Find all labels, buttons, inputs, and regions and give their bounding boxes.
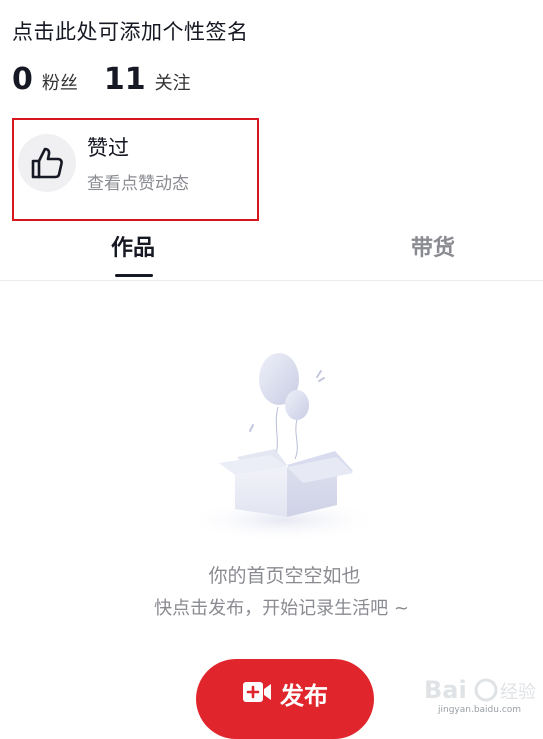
liked-title: 赞过 — [87, 136, 129, 160]
tab-goods[interactable]: 带货 — [411, 230, 455, 262]
following-label: 关注 — [154, 73, 191, 94]
publish-button[interactable]: 发布 — [196, 659, 374, 739]
tab-works[interactable]: 作品 — [111, 230, 155, 262]
followers-label: 粉丝 — [41, 73, 78, 94]
svg-text:经验: 经验 — [500, 682, 536, 703]
empty-state-title: 你的首页空空如也 — [208, 565, 361, 587]
following-stat[interactable]: 11 关注 — [104, 62, 191, 97]
svg-text:Bai: Bai — [424, 676, 467, 704]
profile-stats: 0 粉丝 11 关注 — [12, 62, 217, 102]
followers-stat[interactable]: 0 粉丝 — [12, 62, 78, 97]
video-camera-icon — [243, 682, 271, 702]
following-count: 11 — [103, 62, 146, 97]
active-tab-indicator — [115, 274, 153, 277]
liked-subtitle: 查看点赞动态 — [87, 174, 189, 194]
followers-count: 0 — [12, 62, 33, 97]
content-tabs: 作品 带货 — [0, 224, 543, 281]
liked-entry[interactable]: 赞过 查看点赞动态 — [12, 118, 259, 221]
thumbs-up-icon — [18, 134, 76, 192]
empty-box-illustration — [183, 353, 383, 542]
empty-state-subtitle: 快点击发布，开始记录生活吧 ~ — [154, 598, 409, 619]
publish-label: 发布 — [280, 682, 328, 710]
watermark-url: jingyan.baidu.com — [438, 705, 522, 715]
signature-prompt[interactable]: 点击此处可添加个性签名 — [12, 16, 249, 46]
